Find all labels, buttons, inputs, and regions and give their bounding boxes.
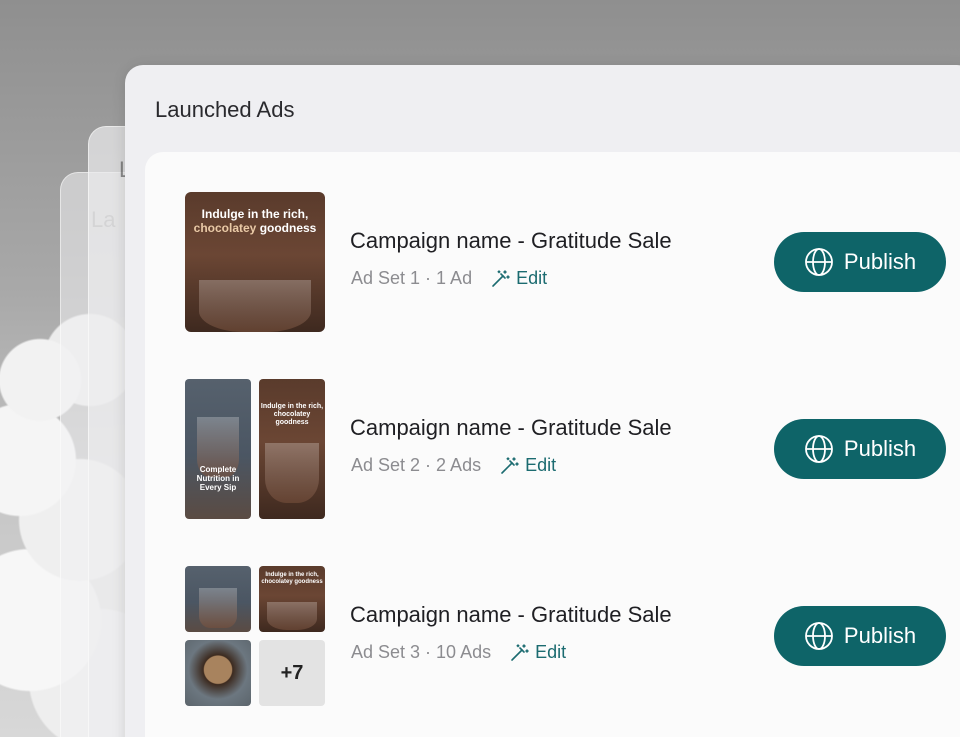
edit-label: Edit [525, 455, 557, 475]
globe-icon [805, 248, 833, 276]
edit-link[interactable]: Edit [490, 268, 547, 289]
publish-button[interactable]: Publish [774, 606, 946, 666]
ad-image: Complete Nutrition in Every Sip [185, 379, 251, 519]
panel-title: Launched Ads [155, 97, 295, 122]
globe-icon [805, 435, 833, 463]
campaign-name: Campaign name - Gratitude Sale [350, 602, 672, 627]
drink-glass [199, 280, 311, 332]
ad-image-caption-line: Indulge in the rich, [201, 207, 309, 221]
campaign-name: Campaign name - Gratitude Sale [350, 415, 672, 440]
ad-set-count: Ad Set 2 · 2 Ads [351, 455, 482, 475]
edit-link[interactable]: Edit [509, 642, 566, 663]
magic-wand-icon [511, 643, 529, 661]
ad-set-meta: Ad Set 3 · 10 Ads Edit [351, 642, 566, 663]
ad-image: Indulge in the rich, chocolatey goodness [259, 566, 325, 632]
magic-wand-icon [501, 456, 519, 474]
ad-set-row[interactable]: Indulge in the rich, chocolatey goodness… [145, 192, 960, 332]
publish-button[interactable]: Publish [774, 419, 946, 479]
ad-image [185, 640, 251, 706]
more-ads-badge[interactable]: +7 [259, 640, 325, 706]
globe-icon [805, 622, 833, 650]
ad-image-caption: Indulge in the rich, chocolatey goodness [261, 572, 323, 585]
campaign-name: Campaign name - Gratitude Sale [350, 228, 672, 253]
ads-list: Indulge in the rich, chocolatey goodness… [145, 152, 960, 737]
ad-image-caption-accent: chocolatey [193, 220, 257, 235]
ad-image: Indulge in the rich, chocolatey goodness [259, 379, 325, 519]
ad-thumbnail[interactable]: Indulge in the rich, chocolatey goodness [185, 192, 325, 332]
ad-thumbnail-group[interactable]: Indulge in the rich, chocolatey goodness… [185, 566, 325, 706]
ad-image-caption: Indulge in the rich, chocolatey goodness [260, 403, 324, 427]
publish-label: Publish [843, 249, 917, 274]
edit-label: Edit [516, 268, 548, 288]
ad-set-count: Ad Set 1 · 1 Ad [351, 268, 473, 288]
ad-thumbnail-group[interactable]: Complete Nutrition in Every Sip Indulge … [185, 379, 325, 519]
ad-image-caption: Indulge in the rich, chocolatey goodness [185, 207, 325, 236]
drink-glass [199, 588, 237, 628]
ad-image-caption: Complete Nutrition in Every Sip [196, 465, 240, 493]
ad-image: Indulge in the rich, chocolatey goodness [185, 192, 325, 332]
edit-label: Edit [535, 642, 567, 662]
ad-image [185, 566, 251, 632]
edit-link[interactable]: Edit [499, 455, 556, 476]
publish-label: Publish [843, 623, 917, 648]
ad-set-row[interactable]: Complete Nutrition in Every Sip Indulge … [145, 379, 960, 519]
launched-ads-panel: Launched Ads Indulge in the rich, chocol… [125, 65, 960, 737]
publish-button[interactable]: Publish [774, 232, 946, 292]
ad-image-caption-line: goodness [259, 220, 317, 235]
ad-set-row[interactable]: Indulge in the rich, chocolatey goodness… [145, 566, 960, 706]
magic-wand-icon [492, 269, 510, 287]
publish-label: Publish [843, 436, 917, 461]
ad-set-count: Ad Set 3 · 10 Ads [351, 642, 492, 662]
drink-glass [267, 602, 317, 630]
ad-set-meta: Ad Set 1 · 1 Ad Edit [351, 268, 547, 289]
drink-glass [265, 443, 319, 503]
ad-set-meta: Ad Set 2 · 2 Ads Edit [351, 455, 556, 476]
